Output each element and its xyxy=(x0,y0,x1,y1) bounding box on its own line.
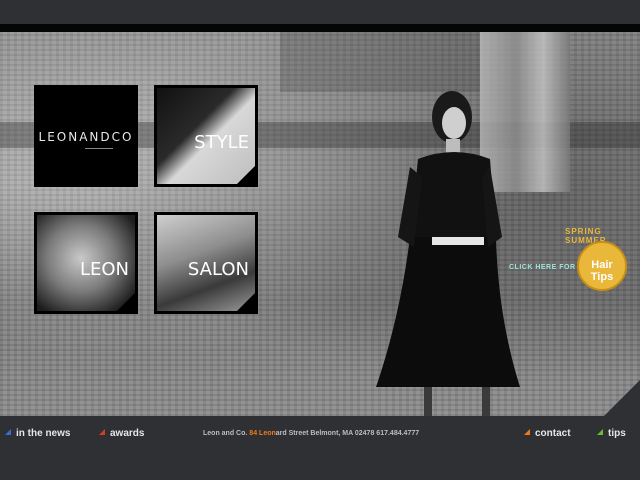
salon-tile[interactable]: SALON xyxy=(154,212,258,314)
salon-label: SALON xyxy=(187,259,249,280)
corner-cut xyxy=(604,380,640,416)
nav-contact-label: contact xyxy=(535,428,571,439)
logo-underline xyxy=(85,148,113,149)
nav-in-the-news-label: in the news xyxy=(16,428,71,439)
hero-photo: LEONANDCO STYLE LEON SALON SPRING SUMMER… xyxy=(0,32,640,416)
leon-tile[interactable]: LEON xyxy=(34,212,138,314)
street-highlight: Leon xyxy=(259,430,276,437)
street-number: 84 xyxy=(249,430,258,437)
red-arrow-icon xyxy=(99,429,105,435)
hair-tips-label: Hair Tips xyxy=(590,259,614,283)
nav-awards-label: awards xyxy=(110,428,145,439)
wall-texture xyxy=(280,32,480,92)
nav-contact[interactable]: contact xyxy=(524,428,571,442)
bottom-bar xyxy=(0,416,640,480)
nav-in-the-news[interactable]: in the news xyxy=(5,428,70,442)
style-label: STYLE xyxy=(194,132,249,153)
top-divider xyxy=(0,24,640,32)
logo-tile[interactable]: LEONANDCO xyxy=(34,85,138,187)
nav-tips-label: tips xyxy=(608,428,626,439)
tile-corner-notch xyxy=(116,292,135,311)
hair-tips-badge[interactable]: Hair Tips xyxy=(577,241,627,291)
company-name: Leon and Co. xyxy=(203,430,248,437)
footer-address: Leon and Co. 84 Leonard Street Belmont, … xyxy=(203,430,419,437)
phone-number: 617.484.4777 xyxy=(376,430,420,437)
blue-arrow-icon xyxy=(5,429,11,435)
promo-click-text: CLICK HERE FOR xyxy=(509,264,576,271)
hair-tips-promo[interactable]: SPRING SUMMER CLICK HERE FOR Hair Tips xyxy=(505,227,635,297)
style-tile[interactable]: STYLE xyxy=(154,85,258,187)
logo-text: LEONANDCO xyxy=(38,130,134,144)
orange-arrow-icon xyxy=(524,429,530,435)
nav-awards[interactable]: awards xyxy=(99,428,144,442)
tile-corner-notch xyxy=(236,292,255,311)
street-rest: ard Street Belmont, MA 02478 xyxy=(275,430,375,437)
top-bar xyxy=(0,0,640,24)
leon-label: LEON xyxy=(79,259,129,280)
green-arrow-icon xyxy=(597,429,603,435)
nav-tips[interactable]: tips xyxy=(597,428,626,442)
tile-corner-notch xyxy=(236,165,255,184)
